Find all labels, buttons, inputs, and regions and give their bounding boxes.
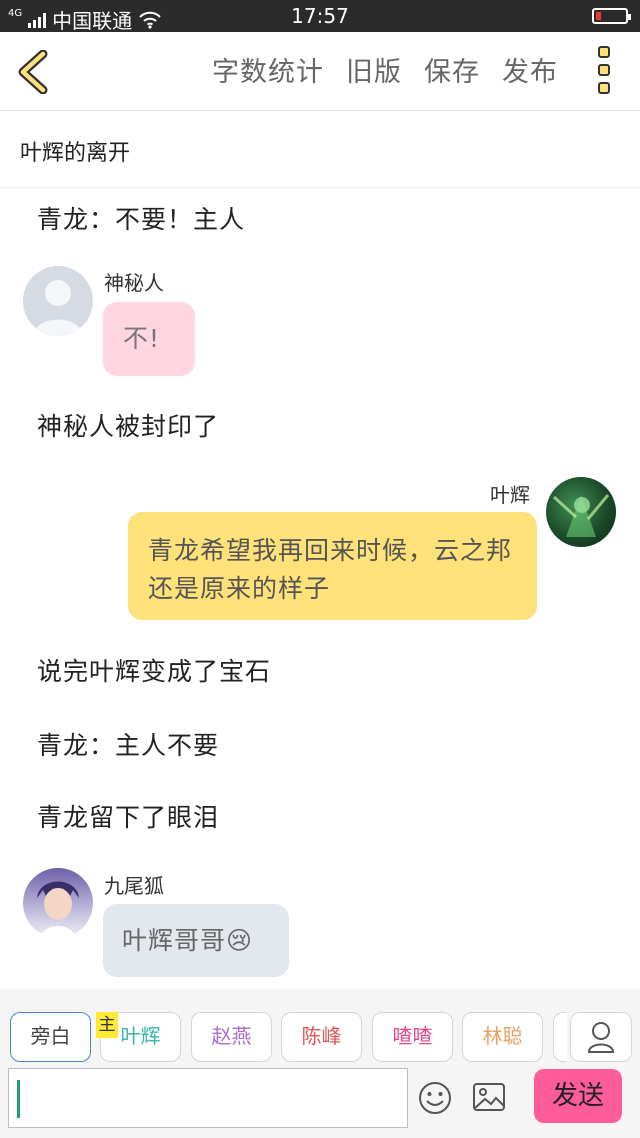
crying-emoji-icon: 😢	[226, 926, 254, 955]
character-label: 喳喳	[392, 1024, 433, 1048]
story-title-bar[interactable]: 叶辉的离开	[0, 111, 640, 188]
text-cursor	[17, 1080, 20, 1118]
narration-line[interactable]: 青龙留下了眼泪	[37, 798, 219, 834]
speaker-name: 叶辉	[490, 483, 530, 507]
word-count-button[interactable]: 字数统计	[212, 50, 324, 89]
avatar-ye-hui[interactable]	[546, 477, 616, 547]
message-text: 叶辉哥哥	[122, 926, 227, 955]
more-options-icon[interactable]	[594, 46, 616, 96]
speaker-name: 九尾狐	[104, 874, 164, 898]
main-character-tag: 主	[96, 1012, 118, 1038]
default-user-icon	[33, 280, 83, 336]
clock: 17:57	[291, 4, 349, 28]
narration-line[interactable]: 神秘人被封印了	[37, 407, 219, 443]
character-chip-lin-cong[interactable]: 林聪	[462, 1012, 543, 1062]
toolbar-actions: 字数统计 旧版 保存 发布	[212, 50, 558, 89]
character-label: 陈峰	[301, 1024, 342, 1048]
toolbar: 字数统计 旧版 保存 发布	[0, 32, 640, 111]
emoji-icon[interactable]	[418, 1081, 452, 1115]
character-label: 旁白	[30, 1024, 71, 1048]
character-avatar-icon	[37, 881, 79, 938]
speaker-name: 神秘人	[104, 271, 164, 295]
status-bar: 4G 中国联通 17:57	[0, 0, 640, 33]
image-icon[interactable]	[472, 1082, 506, 1112]
message-bubble[interactable]: 叶辉哥哥😢	[103, 904, 289, 977]
character-label: 林聪	[482, 1024, 523, 1048]
warrior-avatar-icon	[552, 494, 610, 537]
message-bubble[interactable]: 不!	[103, 302, 195, 376]
save-button[interactable]: 保存	[424, 50, 480, 89]
narration-line[interactable]: 青龙：主人不要	[37, 726, 219, 762]
character-chip-zhao-yan[interactable]: 赵燕	[191, 1012, 272, 1062]
user-icon	[587, 1022, 615, 1053]
character-chip-partial[interactable]	[553, 1012, 567, 1062]
avatar-mystery[interactable]	[23, 266, 93, 336]
send-button[interactable]: 发送	[534, 1069, 622, 1123]
narration-line[interactable]: 青龙：不要！主人	[37, 200, 245, 236]
character-label: 赵燕	[211, 1024, 252, 1048]
character-label: 叶辉	[120, 1024, 161, 1048]
character-chip-zha-zha[interactable]: 喳喳	[372, 1012, 453, 1062]
old-version-button[interactable]: 旧版	[346, 50, 402, 89]
message-input[interactable]	[8, 1068, 408, 1128]
character-chip-narrator[interactable]: 旁白	[10, 1012, 91, 1062]
character-chip-chen-feng[interactable]: 陈峰	[281, 1012, 362, 1062]
story-title: 叶辉的离开	[20, 141, 131, 166]
avatar-nine-tailed-fox[interactable]	[23, 868, 93, 938]
narration-line[interactable]: 说完叶辉变成了宝石	[37, 652, 271, 688]
publish-button[interactable]: 发布	[502, 50, 558, 89]
battery-icon	[592, 8, 631, 24]
chevron-left-icon[interactable]	[16, 50, 50, 94]
character-picker-button[interactable]	[570, 1012, 632, 1062]
message-bubble[interactable]: 青龙希望我再回来时候，云之邦还是原来的样子	[128, 512, 537, 620]
